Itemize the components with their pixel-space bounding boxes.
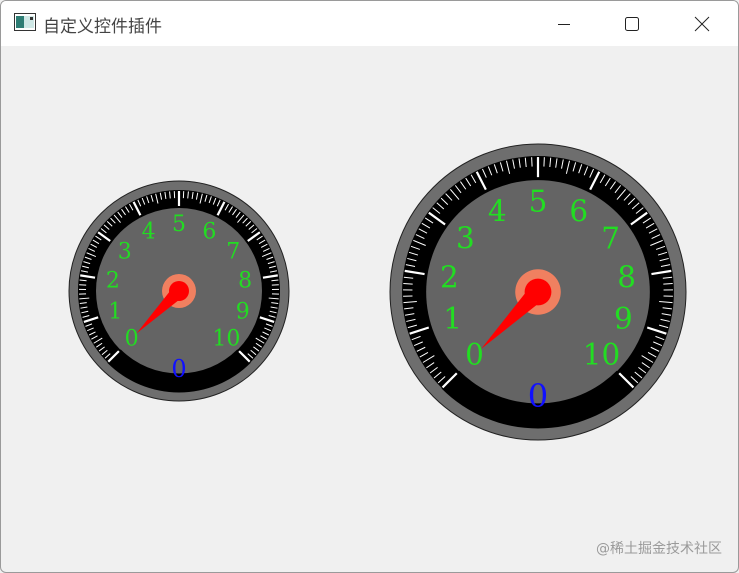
needle-hub-inner xyxy=(524,278,552,306)
scale-label: 7 xyxy=(601,222,620,256)
scale-label: 6 xyxy=(202,219,216,244)
scale-label: 2 xyxy=(440,260,459,294)
scale-label: 6 xyxy=(569,194,588,228)
watermark-text: @稀土掘金技术社区 xyxy=(596,541,722,557)
value-readout: 0 xyxy=(528,377,548,415)
scale-label: 1 xyxy=(443,302,462,336)
minor-tick xyxy=(169,191,171,199)
minor-tick xyxy=(663,283,673,285)
scale-label: 8 xyxy=(617,260,636,294)
scale-label: 8 xyxy=(238,269,252,294)
gauge-panel: 0 1 2 3 4 5 6 7 8 9 10 0 0 1 2 3 4 5 6 7 8 9 10 0 xyxy=(1,46,738,572)
gauge-small: 01234 5 6789100 xyxy=(68,180,290,402)
scale-label: 5 xyxy=(172,212,186,237)
needle-hub-inner xyxy=(169,281,189,301)
maximize-button[interactable] xyxy=(599,1,665,46)
scale-label: 0 xyxy=(465,338,484,372)
close-icon xyxy=(694,16,710,31)
scale-label: 1 xyxy=(108,300,122,325)
scale-label: 0 xyxy=(125,326,139,351)
scale-label: 9 xyxy=(614,302,633,336)
minimize-button[interactable] xyxy=(531,1,597,46)
scale-label: 5 xyxy=(529,185,548,219)
title-bar[interactable]: 自定义控件插件 xyxy=(1,1,738,46)
minimize-icon xyxy=(558,23,570,25)
scale-label: 4 xyxy=(142,219,156,244)
scale-label: 10 xyxy=(212,326,240,351)
scale-label: 10 xyxy=(583,338,620,372)
value-readout: 0 xyxy=(171,355,186,383)
minor-tick xyxy=(187,191,189,199)
app-window-icon xyxy=(14,13,36,31)
window-title: 自定义控件插件 xyxy=(43,17,162,37)
scale-label: 7 xyxy=(226,240,240,265)
app-window: 自定义控件插件 0 1 2 3 4 5 6 7 8 9 10 0 0 1 2 3 4 5 6 7 8 9 10 0 @稀土掘… xyxy=(0,0,739,573)
close-button[interactable] xyxy=(669,1,735,46)
minor-tick xyxy=(403,283,413,285)
scale-label: 3 xyxy=(118,240,132,265)
scale-label: 2 xyxy=(106,269,120,294)
scale-label: 3 xyxy=(456,222,475,256)
scale-label: 9 xyxy=(236,300,250,325)
gauge-large: 01234 5 6789100 xyxy=(389,143,687,441)
scale-label: 4 xyxy=(488,194,507,228)
maximize-icon xyxy=(625,16,639,31)
